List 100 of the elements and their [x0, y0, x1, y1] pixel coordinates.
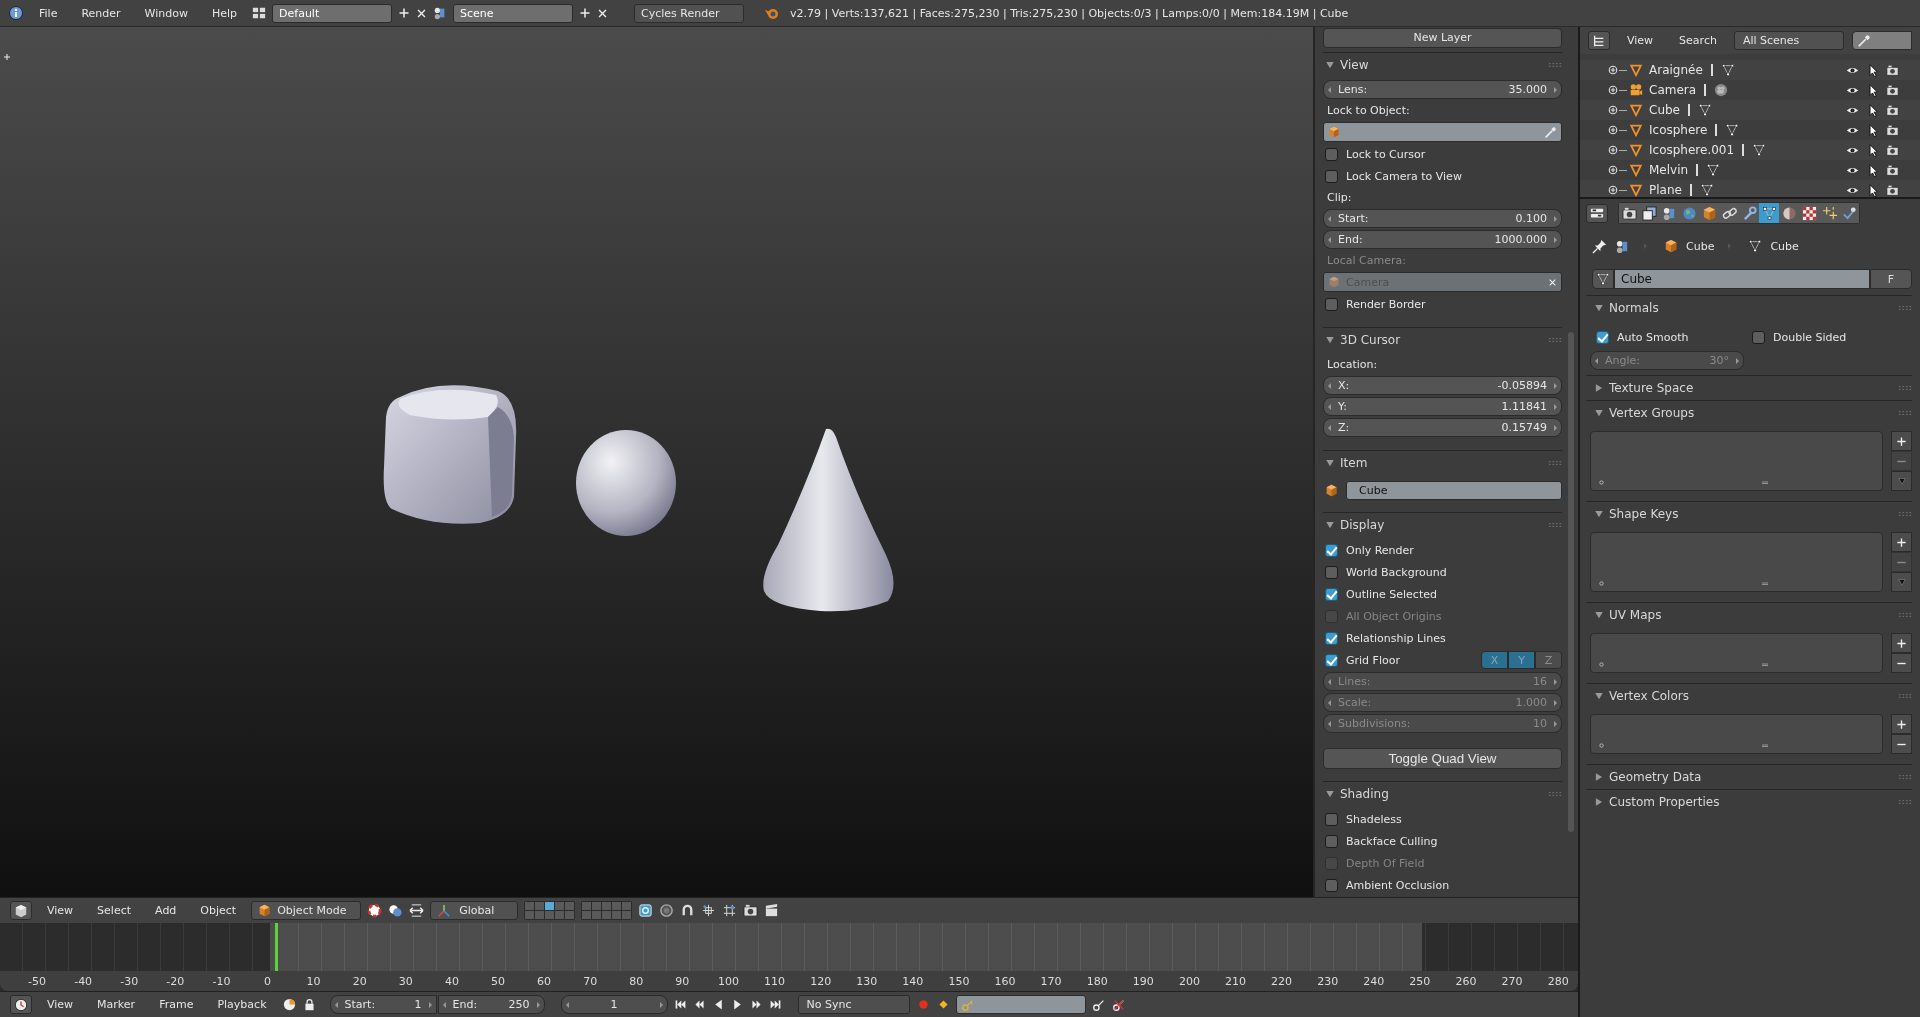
close-icon[interactable] — [416, 7, 428, 19]
layer-toggle[interactable] — [582, 902, 592, 910]
number-field[interactable]: X: -0.05894 — [1323, 376, 1562, 395]
menu-item[interactable]: Marker — [88, 998, 145, 1011]
mesh-name-field[interactable]: Cube — [1614, 269, 1870, 289]
expand-icon[interactable] — [1607, 164, 1619, 176]
editor-type-button[interactable] — [1586, 203, 1608, 223]
menu-item[interactable]: Search — [1670, 34, 1726, 47]
panel-title[interactable]: Shape Keys — [1609, 507, 1893, 521]
triangle-icon[interactable] — [1698, 103, 1712, 117]
add-button[interactable] — [1891, 633, 1912, 653]
properties-tab[interactable] — [1779, 203, 1799, 223]
properties-tab[interactable] — [1799, 203, 1819, 223]
end-frame-field[interactable]: End: 250 — [437, 995, 545, 1014]
remove-button[interactable] — [1891, 734, 1912, 754]
checkbox[interactable] — [1325, 812, 1338, 826]
camera-icon[interactable] — [1885, 163, 1899, 177]
info-icon[interactable] — [8, 5, 24, 21]
add-icon[interactable] — [579, 7, 592, 19]
camera-icon[interactable] — [1885, 83, 1899, 97]
triangle-icon[interactable] — [1699, 183, 1714, 197]
layer-toggle[interactable] — [545, 911, 555, 919]
grid-icon[interactable] — [252, 6, 267, 20]
panel-title[interactable]: View — [1340, 58, 1543, 72]
menu-item[interactable]: View — [38, 904, 83, 917]
checkbox[interactable] — [1325, 587, 1338, 601]
editor-type-button[interactable] — [10, 995, 32, 1014]
outliner-row[interactable]: Cube — [1580, 100, 1920, 120]
menu-item[interactable]: Help — [202, 6, 247, 20]
layer-toggle[interactable] — [565, 902, 575, 910]
diamond-icon[interactable] — [936, 998, 950, 1011]
layer-toggle[interactable] — [555, 902, 565, 910]
add-icon[interactable] — [398, 7, 411, 19]
remove-button[interactable] — [1891, 653, 1912, 673]
start-frame-field[interactable]: Start: 1 — [329, 995, 437, 1014]
layer-toggle[interactable] — [612, 911, 622, 919]
sphere-model[interactable] — [574, 429, 678, 537]
outliner-row[interactable]: Camera — [1580, 80, 1920, 100]
scrollbar[interactable] — [1568, 332, 1574, 832]
disclosure-triangle-icon[interactable] — [1594, 303, 1604, 313]
lock-icon[interactable] — [302, 998, 316, 1011]
layer-toggle[interactable] — [622, 911, 632, 919]
plus-icon[interactable] — [3, 53, 11, 61]
disclosure-triangle-icon[interactable] — [1325, 60, 1335, 70]
fake-user-button[interactable]: F — [1870, 269, 1912, 289]
expand-icon[interactable] — [1607, 104, 1619, 116]
menu-item[interactable]: Add — [146, 904, 186, 917]
checkbox[interactable] — [1325, 297, 1338, 311]
camera-icon[interactable] — [1885, 123, 1899, 137]
panel-title[interactable]: 3D Cursor — [1340, 333, 1543, 347]
triangle-icon[interactable] — [1725, 123, 1740, 137]
orientation-dropdown[interactable]: Global — [430, 901, 519, 920]
layer-toggle[interactable] — [565, 911, 575, 919]
outliner-row[interactable]: Araignée — [1580, 60, 1920, 80]
properties-tab[interactable] — [1759, 203, 1779, 223]
layer-toggle[interactable] — [545, 902, 555, 910]
properties-tab[interactable] — [1639, 203, 1659, 223]
checkbox[interactable] — [1325, 834, 1338, 848]
expand-icon[interactable] — [1607, 84, 1619, 96]
add-button[interactable] — [1891, 431, 1912, 451]
disclosure-triangle-icon[interactable] — [1594, 797, 1604, 807]
layer-toggle[interactable] — [535, 902, 545, 910]
playhead[interactable] — [274, 923, 278, 971]
menu-item[interactable]: File — [30, 6, 67, 20]
shading-icon[interactable] — [388, 903, 404, 918]
outliner-row[interactable]: Icosphere — [1580, 120, 1920, 140]
triangle-icon[interactable] — [1752, 143, 1767, 157]
checkbox[interactable] — [1596, 330, 1609, 344]
properties-tab[interactable] — [1659, 203, 1679, 223]
filter-toggle-icon[interactable] — [1597, 579, 1606, 588]
new-layer-button[interactable]: New Layer — [1323, 28, 1562, 48]
filter-toggle-icon[interactable] — [1597, 478, 1606, 487]
menu-item[interactable]: Object — [191, 904, 246, 917]
outliner-row[interactable]: Plane — [1580, 180, 1920, 197]
object-field[interactable] — [1323, 122, 1562, 142]
mode-dropdown[interactable]: Object Mode — [251, 901, 362, 920]
3d-viewport[interactable] — [0, 27, 1313, 897]
search-field[interactable] — [1851, 31, 1912, 50]
add-button[interactable] — [1891, 532, 1912, 552]
render-engine-dropdown[interactable]: Cycles Render — [634, 3, 745, 23]
disclosure-triangle-icon[interactable] — [1325, 458, 1335, 468]
menu-item[interactable]: View — [38, 998, 83, 1011]
circle-icon[interactable] — [659, 903, 675, 918]
number-field[interactable]: Z: 0.15749 — [1323, 418, 1562, 437]
camera-icon[interactable] — [1885, 183, 1899, 197]
panel-title[interactable]: Item — [1340, 456, 1543, 470]
number-field[interactable]: Y: 1.11841 — [1323, 397, 1562, 416]
disclosure-triangle-icon[interactable] — [1594, 691, 1604, 701]
editor-type-button[interactable] — [10, 901, 32, 920]
menu-item[interactable]: View — [1618, 34, 1663, 47]
checkbox[interactable] — [1325, 653, 1338, 667]
checkbox[interactable] — [1325, 878, 1338, 892]
arrows-icon[interactable] — [409, 903, 425, 918]
disclosure-triangle-icon[interactable] — [1325, 520, 1335, 530]
panel-title[interactable]: Shading — [1340, 787, 1543, 801]
panel-title[interactable]: Vertex Colors — [1609, 689, 1893, 703]
menu-item[interactable]: Select — [88, 904, 141, 917]
screen-layout-field[interactable]: Default — [272, 3, 393, 23]
layer-toggle[interactable] — [525, 911, 535, 919]
disclosure-triangle-icon[interactable] — [1594, 383, 1604, 393]
